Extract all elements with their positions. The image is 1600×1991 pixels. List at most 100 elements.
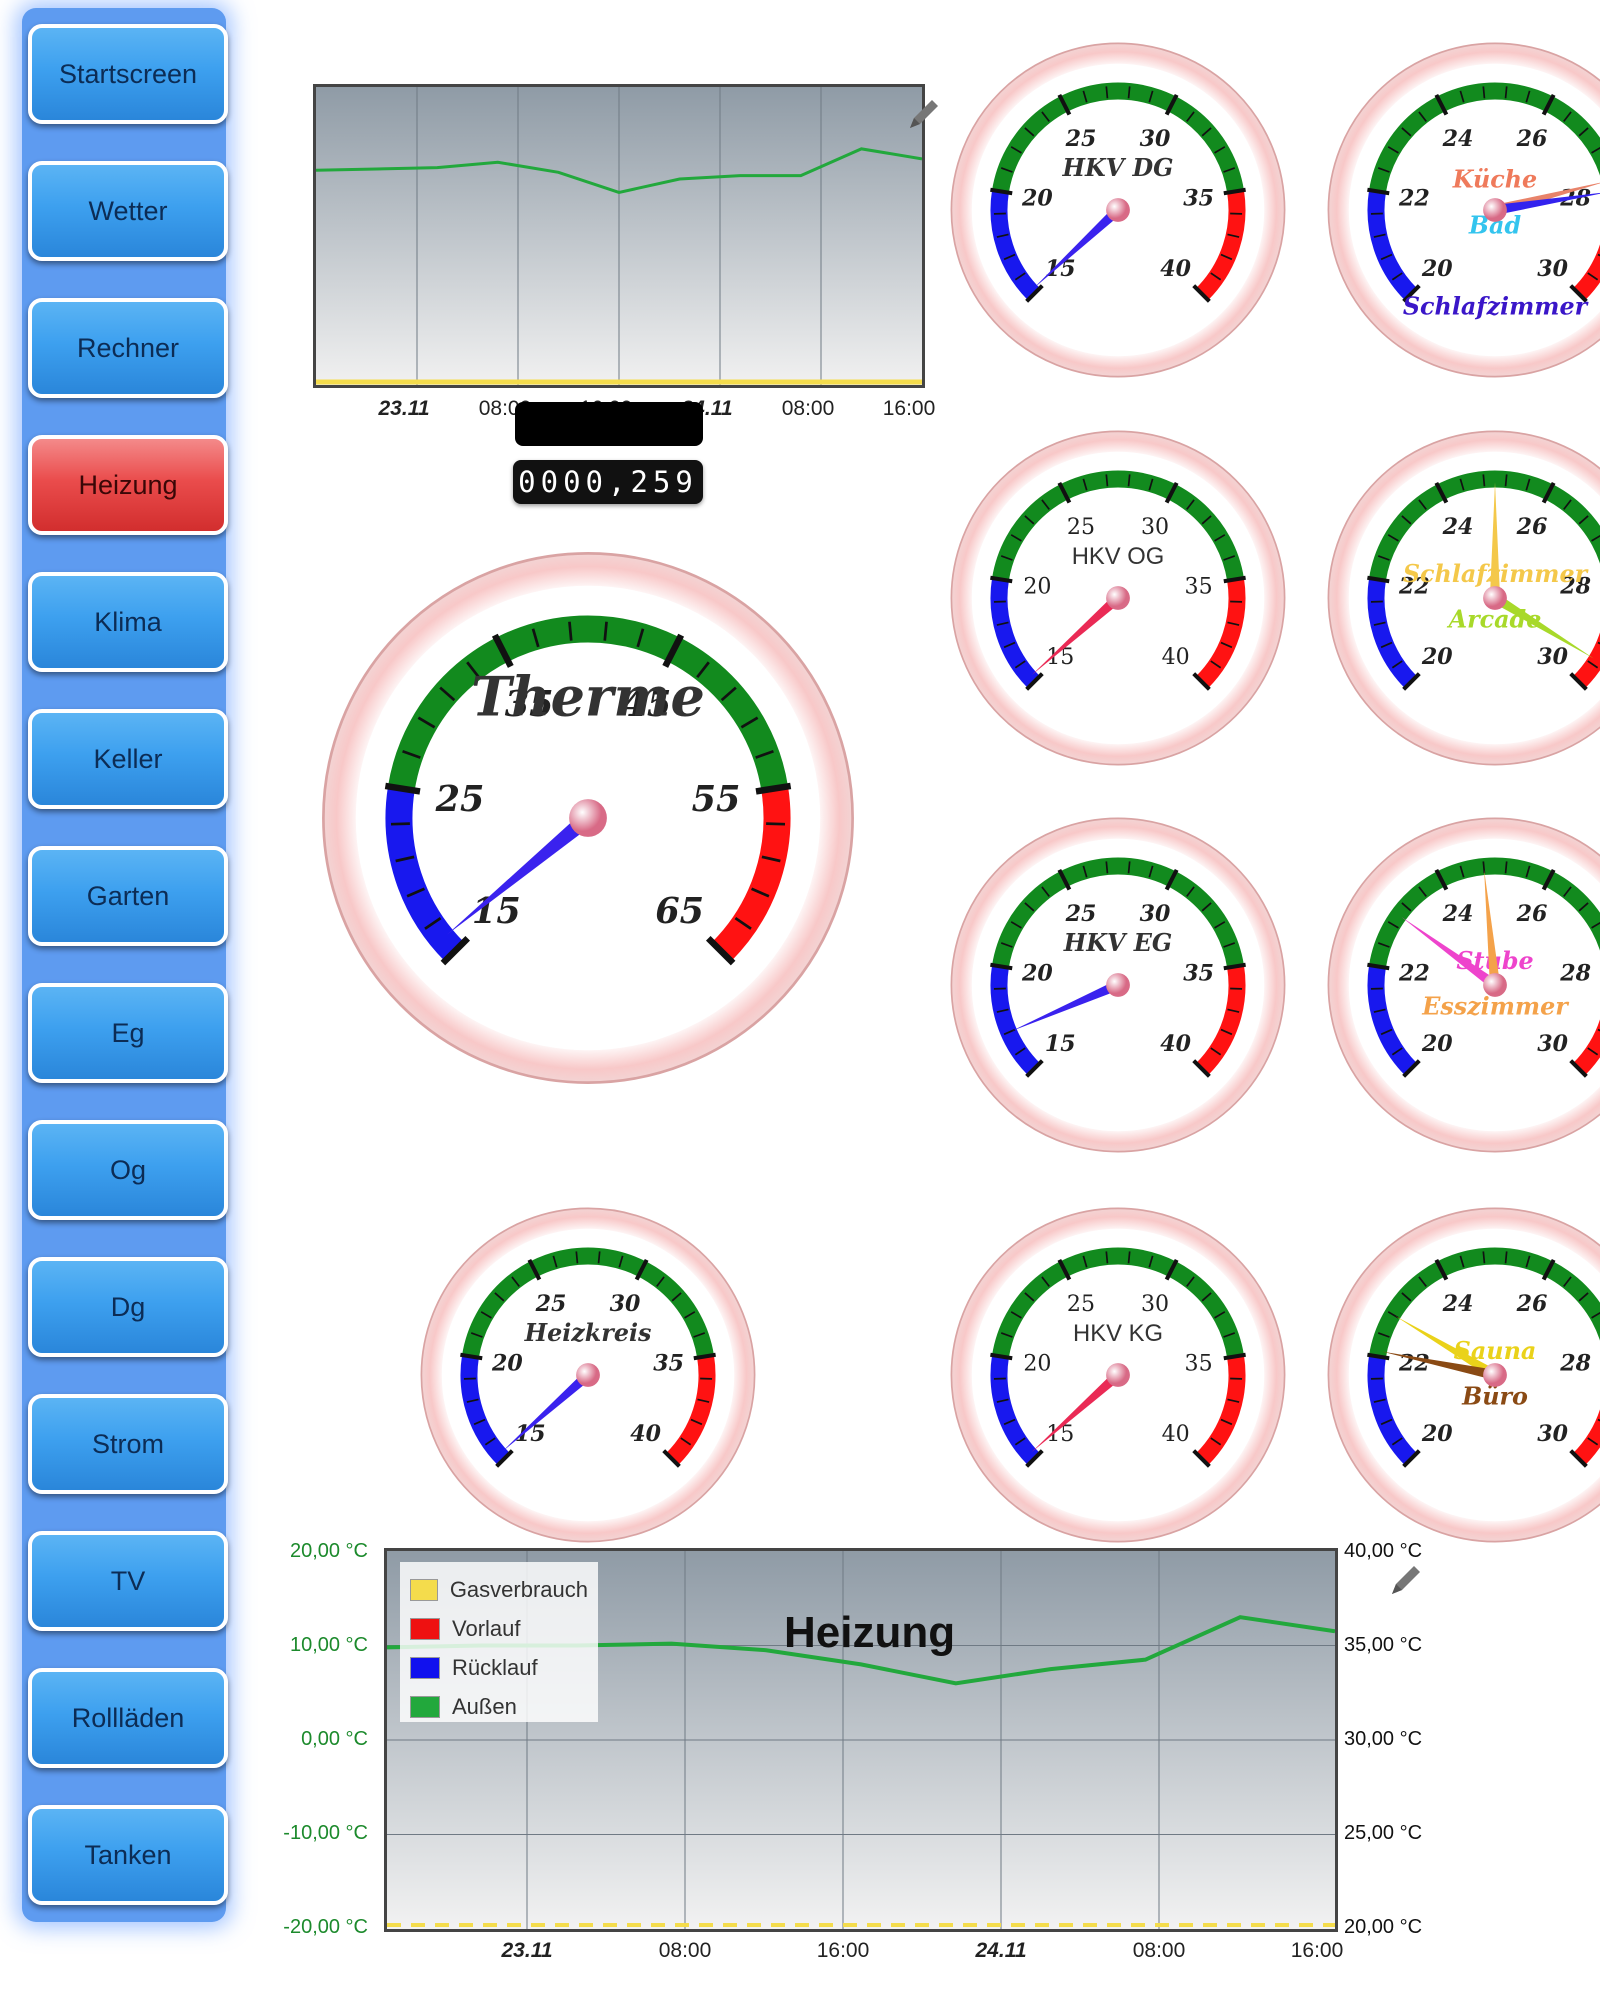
gauge-stube-esszimmer: 202224262830StubeEsszimmer (1325, 815, 1600, 1155)
gauge-tick-label: 30 (1140, 126, 1171, 152)
legend-item[interactable]: Rücklauf (410, 1648, 588, 1687)
gauge-title: HKV OG (1072, 543, 1165, 570)
nav-button-startscreen[interactable]: Startscreen (28, 24, 228, 124)
gauge-tick-label: 25 (535, 1291, 567, 1317)
legend-item[interactable]: Außen (410, 1687, 588, 1726)
gauge-tick-label: 22 (1398, 961, 1430, 987)
gauge-tick-label: 25 (1067, 514, 1095, 540)
gauge-tick-label: 20 (1421, 1421, 1453, 1447)
gauge-tick-label: 26 (1516, 1291, 1548, 1317)
nav-button-strom[interactable]: Strom (28, 1394, 228, 1494)
gauge-tick-label: 22 (1398, 186, 1430, 212)
gauge-tick-label: 30 (1537, 644, 1568, 670)
gauge-tick-label: 30 (1141, 514, 1169, 540)
gauge-tick-label: 20 (1421, 644, 1453, 670)
gauge-tick-label: 24 (1442, 901, 1474, 927)
gauge-tick-label: 30 (1537, 1031, 1568, 1057)
nav-button-wetter[interactable]: Wetter (28, 161, 228, 261)
legend-label: Vorlauf (452, 1615, 521, 1641)
x-tick-label: 24.11 (975, 1939, 1027, 1962)
y-left-tick-label: 0,00 °C (301, 1728, 368, 1750)
gauge-tick-label: 24 (1442, 1291, 1474, 1317)
nav-button-rollläden[interactable]: Rollläden (28, 1668, 228, 1768)
legend-label: Rücklauf (452, 1654, 538, 1680)
gauge-tick-label: 35 (1185, 1351, 1213, 1377)
gauge-title: HKV DG (1062, 154, 1174, 182)
x-tick-label: 16:00 (816, 1939, 870, 1962)
gauge-room-label: Küche (1452, 166, 1537, 194)
x-tick-label: 16:00 (1290, 1939, 1344, 1962)
mini-chart-plot (316, 87, 922, 385)
gauge-tick-label: 20 (1021, 186, 1053, 212)
x-tick-label: 23.11 (501, 1939, 553, 1962)
gauge-tick-label: 35 (1183, 961, 1214, 987)
x-tick-label: 08:00 (1132, 1939, 1186, 1962)
gauge-room-label: Schlafzimmer (1403, 293, 1589, 321)
gauge-tick-label: 28 (1559, 1351, 1591, 1377)
gauge-hkv-kg: 15 20 25 30 35 40 HKV KG (948, 1205, 1288, 1545)
nav-button-heizung[interactable]: Heizung (28, 435, 228, 535)
gauge-schlafzimmer-arcade: 202224262830SchlafzimmerArcade (1325, 428, 1600, 768)
gauge-tick-label: 26 (1516, 126, 1548, 152)
nav-button-tanken[interactable]: Tanken (28, 1805, 228, 1905)
gauge-tick-label: 20 (1421, 256, 1453, 282)
gauge-tick-label: 30 (1537, 256, 1568, 282)
gauge-tick-label: 30 (610, 1291, 641, 1317)
edit-icon[interactable] (904, 94, 944, 134)
nav-button-dg[interactable]: Dg (28, 1257, 228, 1357)
gauge-tick-label: 26 (1516, 514, 1548, 540)
gauge-tick-label: 20 (491, 1351, 523, 1377)
gauge-tick-label: 26 (1516, 901, 1548, 927)
legend-label: Außen (452, 1693, 517, 1719)
y-left-tick-label: 10,00 °C (289, 1634, 368, 1656)
x-tick-label: 08:00 (781, 397, 835, 420)
gauge-tick-label: 25 (1065, 901, 1097, 927)
gauge-title: HKV KG (1073, 1320, 1163, 1347)
x-tick-label: 08:00 (658, 1939, 712, 1962)
nav-button-tv[interactable]: TV (28, 1531, 228, 1631)
gauge-tick-label: 28 (1559, 961, 1591, 987)
legend-item[interactable]: Gasverbrauch (410, 1570, 588, 1609)
nav-button-rechner[interactable]: Rechner (28, 298, 228, 398)
nav-button-klima[interactable]: Klima (28, 572, 228, 672)
y-right-tick-label: 20,00 °C (1344, 1916, 1423, 1938)
chart-legend: Gasverbrauch Vorlauf Rücklauf Außen (400, 1562, 598, 1722)
gauge-hkv-dg: 15 20 25 30 35 40 HKV DG (948, 40, 1288, 380)
gauge-tick-label: 24 (1442, 514, 1474, 540)
gauge-room-label: Esszimmer (1421, 993, 1569, 1021)
gauge-tick-label: 35 (653, 1351, 684, 1377)
nav-button-keller[interactable]: Keller (28, 709, 228, 809)
gauge-tick-label: 40 (630, 1421, 661, 1447)
x-tick-label: 16:00 (882, 397, 936, 420)
gauge-tick-label: 55 (692, 779, 741, 820)
gauge-hkv-eg: 15 20 25 30 35 40 HKV EG (948, 815, 1288, 1155)
gauge-title: HKV EG (1063, 929, 1172, 957)
sidebar-nav (22, 8, 226, 1922)
y-left-tick-label: -10,00 °C (283, 1822, 368, 1844)
nav-button-eg[interactable]: Eg (28, 983, 228, 1083)
gauge-hkv-og: 15 20 25 30 35 40 HKV OG (948, 428, 1288, 768)
gauge-room-label: Büro (1461, 1383, 1528, 1411)
gauge-heizkreis: 15 20 25 30 35 40 Heizkreis (418, 1205, 758, 1545)
edit-icon[interactable] (1386, 1560, 1426, 1600)
gauge-tick-label: 35 (1185, 574, 1213, 600)
mini-temperature-chart (313, 84, 925, 388)
nav-button-og[interactable]: Og (28, 1120, 228, 1220)
legend-label: Gasverbrauch (449, 1576, 588, 1602)
nav-button-garten[interactable]: Garten (28, 846, 228, 946)
x-tick-label: 23.11 (378, 397, 430, 420)
gauge-tick-label: 30 (1537, 1421, 1568, 1447)
legend-item[interactable]: Vorlauf (410, 1609, 588, 1648)
gauge-tick-label: 20 (1023, 1351, 1051, 1377)
gauge-tick-label: 22 (1398, 1351, 1430, 1377)
redacted-display (515, 402, 703, 446)
gauge-tick-label: 15 (1045, 256, 1076, 282)
y-left-tick-label: -20,00 °C (283, 1916, 368, 1938)
y-right-tick-label: 25,00 °C (1344, 1822, 1423, 1844)
gauge-tick-label: 25 (435, 779, 485, 820)
gauge-tick-label: 15 (1045, 1031, 1076, 1057)
gauge-tick-label: 24 (1442, 126, 1474, 152)
gauge-tick-label: 40 (1162, 644, 1190, 670)
legend-swatch (410, 1695, 440, 1718)
legend-swatch (410, 1617, 440, 1640)
